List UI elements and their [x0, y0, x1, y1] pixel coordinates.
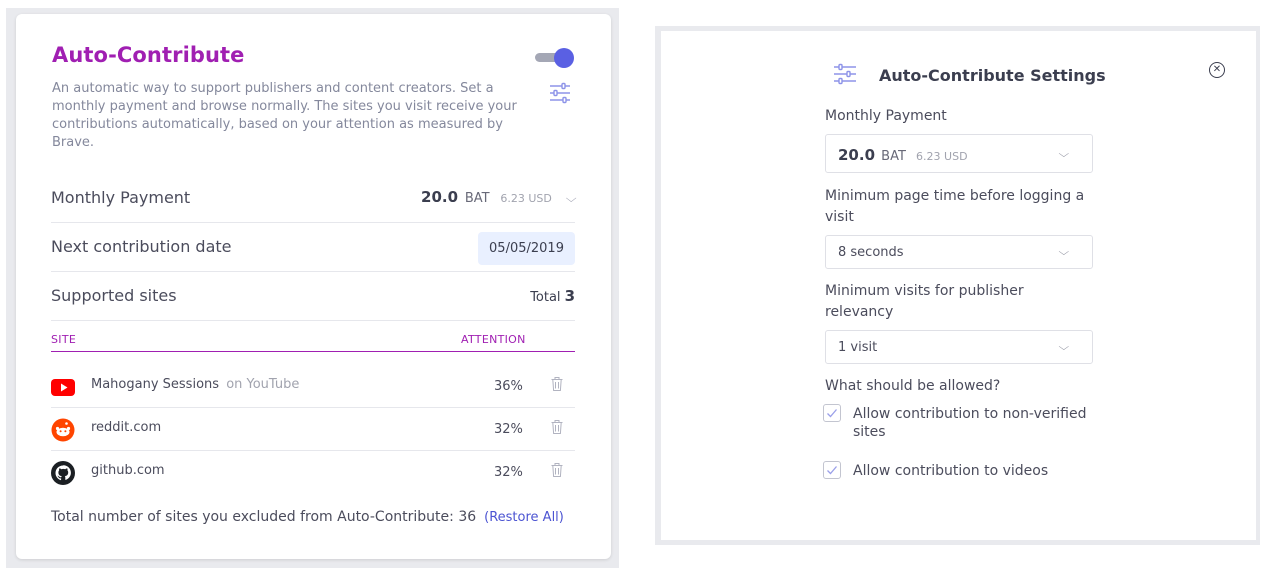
supported-sites-row: Supported sites Total 3: [51, 272, 575, 321]
restore-all-link[interactable]: (Restore All): [484, 510, 564, 525]
column-attention: ATTENTION: [461, 333, 526, 346]
min-time-select[interactable]: 8 seconds ⌵: [825, 235, 1093, 269]
trash-icon[interactable]: [551, 419, 563, 438]
monthly-payment-label: Monthly Payment: [825, 108, 947, 124]
monthly-payment-select[interactable]: 20.0 BAT 6.23 USD ⌵: [825, 134, 1093, 173]
site-attention: 32%: [494, 422, 523, 437]
monthly-payment-dropdown[interactable]: 20.0 BAT 6.23 USD ⌵: [421, 188, 577, 206]
min-time-label: Minimum page time before logging a visit: [825, 188, 1085, 225]
min-visits-label: Minimum visits for publisher relevancy: [825, 283, 1024, 320]
excluded-count-text: Total number of sites you excluded from …: [51, 509, 477, 525]
settings-sliders-icon: [833, 63, 857, 89]
payment-usd: 6.23 USD: [916, 150, 968, 163]
chevron-down-icon: ⌵: [1058, 247, 1070, 258]
payment-amount: 20.0: [838, 146, 876, 164]
min-visits-value: 1 visit: [838, 340, 878, 355]
min-visits-select[interactable]: 1 visit ⌵: [825, 330, 1093, 364]
panel-description: An automatic way to support publishers a…: [52, 81, 517, 150]
sites-table-header: SITE ATTENTION: [51, 330, 575, 352]
payment-currency: BAT: [464, 191, 490, 206]
github-icon: [51, 461, 75, 485]
close-icon[interactable]: ✕: [1209, 62, 1225, 78]
auto-contribute-toggle[interactable]: [535, 48, 575, 68]
chevron-down-icon: ⌵: [1058, 342, 1070, 353]
panel-title: Auto-Contribute: [52, 43, 245, 67]
table-row: reddit.com 32%: [51, 408, 575, 451]
min-time-value: 8 seconds: [838, 245, 904, 260]
auto-contribute-panel: Auto-Contribute An automatic way to supp…: [16, 14, 611, 559]
allow-nonverified-checkbox[interactable]: [823, 404, 841, 422]
payment-usd: 6.23 USD: [500, 192, 552, 205]
next-contribution-label: Next contribution date: [51, 237, 232, 256]
allow-videos-label: Allow contribution to videos: [853, 463, 1049, 479]
table-row: Mahogany Sessions on YouTube 36%: [51, 365, 575, 408]
total-value: 3: [564, 287, 575, 305]
youtube-icon: [51, 375, 75, 399]
allow-videos-checkbox[interactable]: [823, 461, 841, 479]
monthly-payment-row: Monthly Payment 20.0 BAT 6.23 USD ⌵: [51, 174, 577, 223]
modal-title: Auto-Contribute Settings: [879, 66, 1106, 85]
payment-amount: 20.0: [421, 188, 459, 206]
site-name[interactable]: reddit.com: [91, 420, 161, 435]
column-site: SITE: [51, 333, 77, 346]
chevron-down-icon: ⌵: [1058, 149, 1070, 160]
site-name[interactable]: Mahogany Sessions on YouTube: [91, 377, 299, 392]
site-attention: 36%: [494, 379, 523, 394]
excluded-sites-text: Total number of sites you excluded from …: [51, 509, 564, 525]
trash-icon[interactable]: [551, 376, 563, 395]
total-label: Total: [530, 290, 561, 305]
monthly-payment-value: 20.0 BAT 6.23 USD: [838, 146, 968, 164]
site-name[interactable]: github.com: [91, 463, 165, 478]
payment-currency: BAT: [881, 149, 906, 164]
supported-sites-label: Supported sites: [51, 286, 177, 305]
settings-sliders-icon[interactable]: [549, 82, 571, 108]
allow-nonverified-label: Allow contribution to non-verified sites: [853, 406, 1087, 440]
trash-icon[interactable]: [551, 462, 563, 481]
monthly-payment-label: Monthly Payment: [51, 188, 191, 207]
table-row: github.com 32%: [51, 451, 575, 494]
reddit-icon: [51, 418, 75, 442]
sites-total: Total 3: [530, 287, 575, 305]
toggle-knob: [554, 48, 574, 68]
next-contribution-date: 05/05/2019: [478, 232, 575, 265]
site-provider: on YouTube: [226, 377, 300, 392]
next-contribution-row: Next contribution date 05/05/2019: [51, 223, 575, 272]
chevron-down-icon: ⌵: [565, 192, 577, 205]
allowed-label: What should be allowed?: [825, 378, 1001, 394]
site-attention: 32%: [494, 465, 523, 480]
